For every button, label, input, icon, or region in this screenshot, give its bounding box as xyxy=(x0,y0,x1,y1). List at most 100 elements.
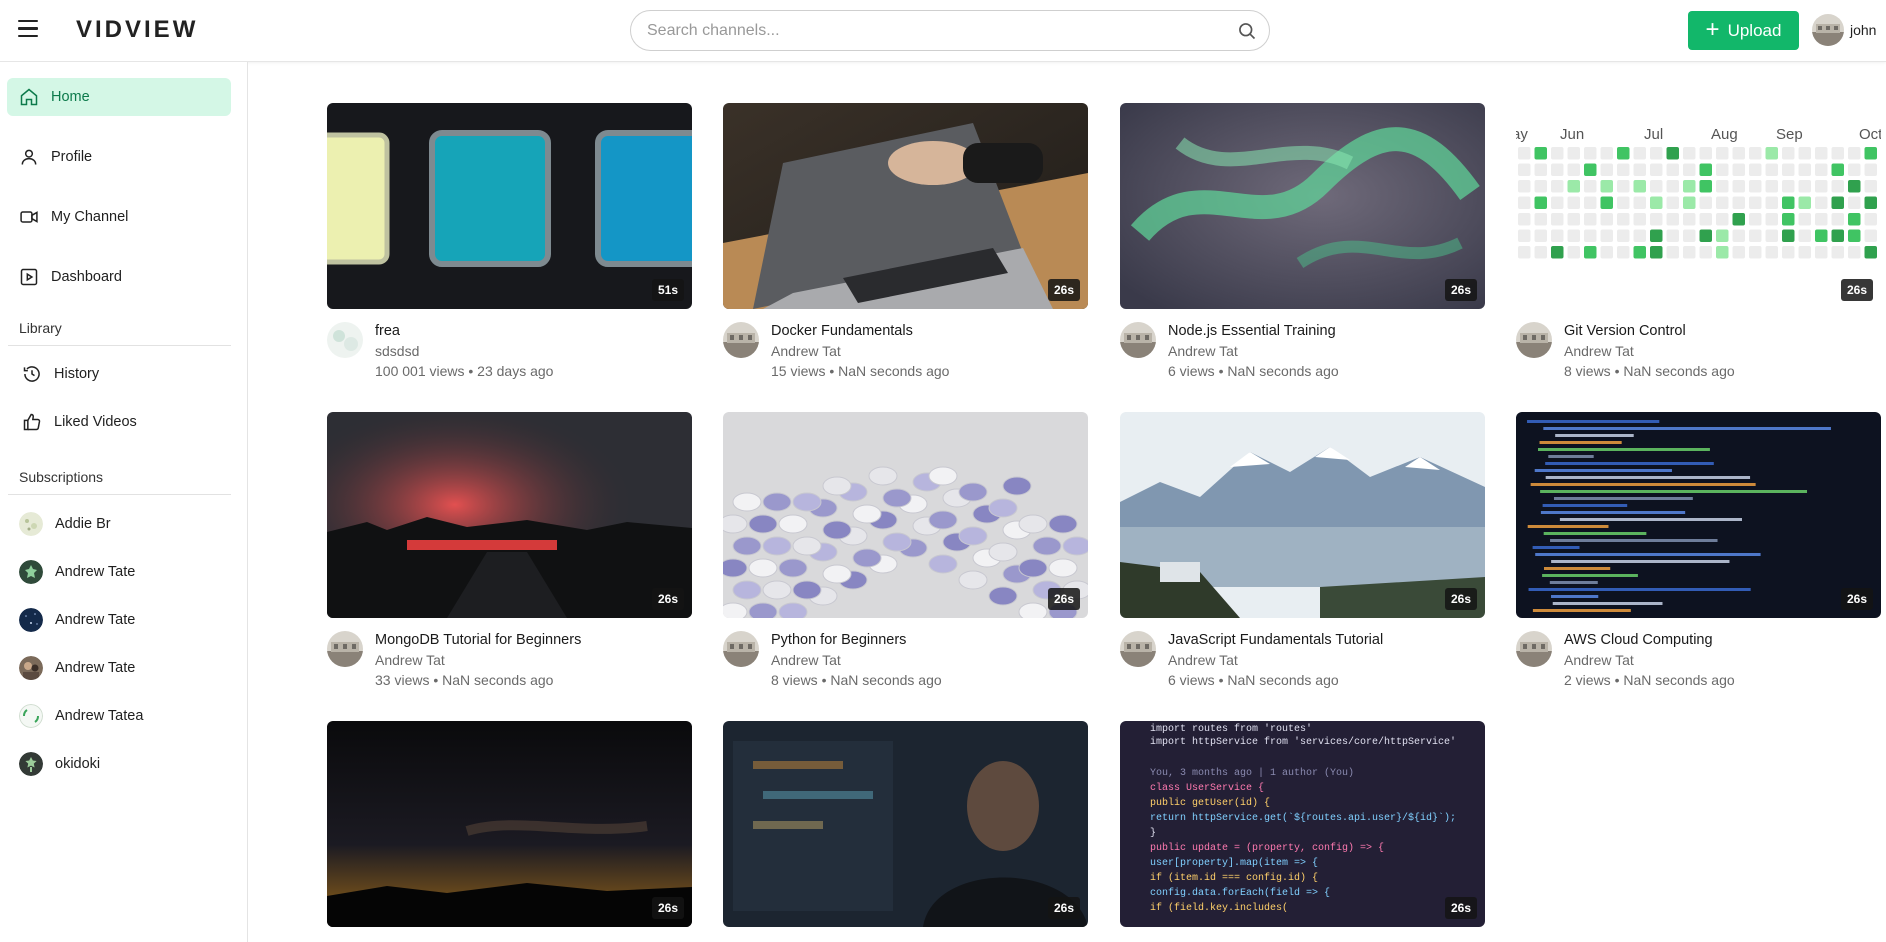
month-label: Jul xyxy=(1644,126,1663,143)
divider xyxy=(8,345,231,346)
video-title[interactable]: frea xyxy=(375,323,400,339)
subscription-item[interactable]: Andrew Tatea xyxy=(7,697,231,735)
subscription-item[interactable]: Andrew Tate xyxy=(7,553,231,591)
video-card[interactable]: 26s Node.js Essential Training Andrew Ta… xyxy=(1120,103,1485,389)
video-card[interactable]: ay Jun Jul Aug Sep Oct 26s Git Version C… xyxy=(1516,103,1881,389)
user-name: john xyxy=(1850,22,1877,38)
play-square-icon xyxy=(20,268,38,286)
video-stats: 15 views • NaN seconds ago xyxy=(771,363,950,379)
video-title[interactable]: Node.js Essential Training xyxy=(1168,323,1336,339)
video-card[interactable]: 26s Docker Fundamentals Andrew Tat 15 vi… xyxy=(723,103,1088,389)
video-thumbnail[interactable]: import routes from 'routes' import httpSe… xyxy=(1120,721,1485,927)
channel-avatar[interactable] xyxy=(1120,631,1156,667)
sidebar-item-label: Profile xyxy=(51,149,93,165)
video-stats: 33 views • NaN seconds ago xyxy=(375,672,554,688)
month-label: Aug xyxy=(1711,126,1738,143)
video-thumbnail[interactable]: 26s xyxy=(723,412,1088,618)
month-label: Oct xyxy=(1859,126,1881,143)
video-thumbnail[interactable]: ay Jun Jul Aug Sep Oct 26s xyxy=(1516,103,1881,309)
video-title[interactable]: AWS Cloud Computing xyxy=(1564,632,1713,648)
code-line: class UserService { xyxy=(1150,782,1264,794)
video-card[interactable]: 26s xyxy=(327,721,692,927)
history-icon xyxy=(23,366,40,382)
subscription-item[interactable]: Andrew Tate xyxy=(7,601,231,639)
search-icon[interactable] xyxy=(1237,21,1257,41)
video-card[interactable]: 26s xyxy=(723,721,1088,927)
thumbs-up-icon xyxy=(23,413,41,431)
channel-avatar[interactable] xyxy=(1516,322,1552,358)
user-menu[interactable]: john xyxy=(1812,14,1876,46)
video-thumbnail[interactable]: 26s xyxy=(327,721,692,927)
video-thumbnail[interactable]: 26s xyxy=(1516,412,1881,618)
subscription-label: Addie Br xyxy=(55,516,111,532)
code-line: import httpService from 'services/core/h… xyxy=(1150,736,1456,748)
video-thumbnail[interactable]: 26s xyxy=(327,412,692,618)
avatar[interactable] xyxy=(1812,14,1844,46)
sidebar-item-profile[interactable]: Profile xyxy=(7,138,231,176)
sidebar-item-history[interactable]: History xyxy=(10,355,234,393)
video-thumbnail[interactable]: 26s xyxy=(1120,103,1485,309)
subscription-label: Andrew Tatea xyxy=(55,708,144,724)
duration-badge: 26s xyxy=(1444,588,1477,610)
video-card[interactable]: 26s AWS Cloud Computing Andrew Tat 2 vie… xyxy=(1516,412,1881,698)
video-title[interactable]: MongoDB Tutorial for Beginners xyxy=(375,632,581,648)
video-card[interactable]: 26s MongoDB Tutorial for Beginners Andre… xyxy=(327,412,692,698)
app-logo[interactable]: VIDVIEW xyxy=(76,16,198,44)
channel-name[interactable]: sdsdsd xyxy=(375,343,419,359)
duration-badge: 26s xyxy=(651,897,684,919)
upload-button[interactable]: + Upload xyxy=(1688,11,1799,50)
duration-badge: 26s xyxy=(1444,279,1477,301)
avatar xyxy=(19,512,43,536)
duration-badge: 26s xyxy=(1840,588,1873,610)
channel-name[interactable]: Andrew Tat xyxy=(1168,343,1238,359)
search-input[interactable] xyxy=(647,20,1207,42)
video-card[interactable]: 26s Python for Beginners Andrew Tat 8 vi… xyxy=(723,412,1088,698)
code-line: if (field.key.includes( xyxy=(1150,902,1288,914)
channel-avatar[interactable] xyxy=(1120,322,1156,358)
video-title[interactable]: Git Version Control xyxy=(1564,323,1686,339)
sidebar-item-liked-videos[interactable]: Liked Videos xyxy=(10,403,234,441)
channel-name[interactable]: Andrew Tat xyxy=(1564,652,1634,668)
search-bar[interactable] xyxy=(630,10,1270,51)
video-thumbnail[interactable]: 51s xyxy=(327,103,692,309)
video-thumbnail[interactable]: 26s xyxy=(723,721,1088,927)
duration-badge: 26s xyxy=(651,588,684,610)
top-bar: VIDVIEW + Upload john xyxy=(0,0,1886,62)
code-line: public getUser(id) { xyxy=(1150,797,1270,809)
video-thumbnail[interactable]: 26s xyxy=(1120,412,1485,618)
channel-name[interactable]: Andrew Tat xyxy=(1564,343,1634,359)
video-card[interactable]: 51s frea sdsdsd 100 001 views • 23 days … xyxy=(327,103,692,389)
channel-avatar[interactable] xyxy=(723,631,759,667)
channel-avatar[interactable] xyxy=(1516,631,1552,667)
sidebar-item-label: Home xyxy=(51,89,90,105)
month-label: Jun xyxy=(1560,126,1584,143)
sidebar-item-home[interactable]: Home xyxy=(7,78,231,116)
subscription-item[interactable]: okidoki xyxy=(7,745,231,783)
video-stats: 6 views • NaN seconds ago xyxy=(1168,672,1339,688)
avatar xyxy=(19,752,43,776)
video-card[interactable]: import routes from 'routes' import httpSe… xyxy=(1120,721,1485,927)
sidebar-item-dashboard[interactable]: Dashboard xyxy=(7,258,231,296)
channel-avatar[interactable] xyxy=(723,322,759,358)
channel-avatar[interactable] xyxy=(327,322,363,358)
video-thumbnail[interactable]: 26s xyxy=(723,103,1088,309)
video-camera-icon xyxy=(20,211,38,223)
channel-name[interactable]: Andrew Tat xyxy=(771,652,841,668)
avatar xyxy=(19,608,43,632)
channel-name[interactable]: Andrew Tat xyxy=(771,343,841,359)
channel-avatar[interactable] xyxy=(327,631,363,667)
library-title: Library xyxy=(19,320,62,336)
sidebar-item-my-channel[interactable]: My Channel xyxy=(7,198,231,236)
video-title[interactable]: Python for Beginners xyxy=(771,632,906,648)
sidebar-item-label: My Channel xyxy=(51,209,129,225)
menu-icon[interactable] xyxy=(18,20,38,38)
subscription-item[interactable]: Andrew Tate xyxy=(7,649,231,687)
channel-name[interactable]: Andrew Tat xyxy=(375,652,445,668)
upload-label: Upload xyxy=(1727,20,1782,40)
video-card[interactable]: 26s JavaScript Fundamentals Tutorial And… xyxy=(1120,412,1485,698)
video-title[interactable]: Docker Fundamentals xyxy=(771,323,913,339)
subscription-label: Andrew Tate xyxy=(55,612,136,628)
video-title[interactable]: JavaScript Fundamentals Tutorial xyxy=(1168,632,1383,648)
channel-name[interactable]: Andrew Tat xyxy=(1168,652,1238,668)
subscription-item[interactable]: Addie Br xyxy=(7,505,231,543)
